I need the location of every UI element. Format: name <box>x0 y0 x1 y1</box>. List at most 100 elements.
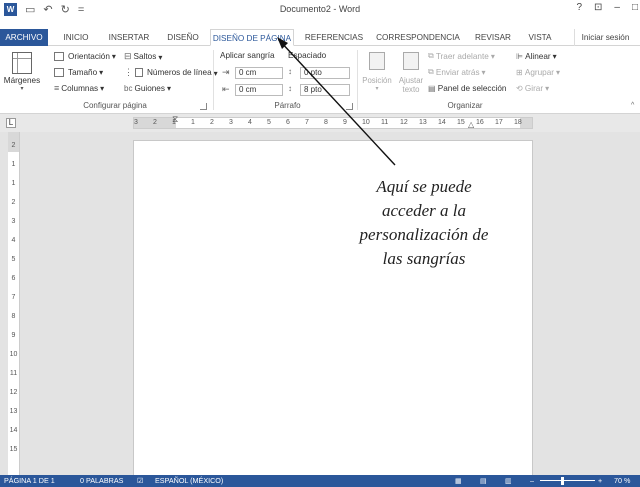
spacing-before-field[interactable]: 0 pto <box>300 67 350 79</box>
ruler-tick-label: 11 <box>9 370 18 377</box>
ruler-tick-label: 7 <box>11 294 16 301</box>
page-count[interactable]: PÁGINA 1 DE 1 <box>4 475 55 487</box>
zoom-slider-handle[interactable] <box>561 477 564 485</box>
line-numbers-button[interactable]: ⋮ Números de línea ▾ <box>124 67 218 78</box>
tab-insertar[interactable]: INSERTAR <box>104 29 154 46</box>
chevron-down-icon: ▾ <box>490 52 495 61</box>
line-numbers-label: Números de línea <box>147 68 212 77</box>
ruler-tick-label: 15 <box>9 446 18 453</box>
ruler-tick-label: 8 <box>324 119 328 126</box>
print-layout-icon[interactable]: ▤ <box>480 475 487 487</box>
save-icon[interactable]: ▭ <box>25 3 35 16</box>
group-label-page-setup: Configurar página <box>83 101 147 110</box>
tab-inicio[interactable]: INICIO <box>58 29 94 46</box>
tab-diseno[interactable]: DISEÑO <box>162 29 204 46</box>
maximize-icon[interactable]: □ <box>632 2 638 13</box>
size-button[interactable]: Tamaño ▾ <box>54 67 103 77</box>
align-button[interactable]: ⊫ Alinear ▾ <box>516 51 557 62</box>
chevron-down-icon: ▾ <box>99 68 104 77</box>
spacing-after-field[interactable]: 8 pto <box>300 84 350 96</box>
right-indent-marker-icon[interactable]: △ <box>468 121 474 129</box>
web-layout-icon[interactable]: ▥ <box>505 475 512 487</box>
zoom-out-icon[interactable]: – <box>530 475 534 487</box>
indent-right-field[interactable]: 0 cm <box>235 84 283 96</box>
language[interactable]: ESPAÑOL (MÉXICO) <box>155 475 223 487</box>
chevron-down-icon: ▾ <box>111 52 116 61</box>
signin-link[interactable]: Iniciar sesión <box>574 29 636 46</box>
send-backward-icon: ⧉ <box>428 67 434 76</box>
columns-label: Columnas <box>61 83 99 93</box>
size-icon <box>54 67 64 77</box>
tab-correspondencia[interactable]: CORRESPONDENCIA <box>374 29 462 46</box>
ruler-tick-label: 6 <box>11 275 16 282</box>
group-button[interactable]: ⊞ Agrupar ▾ <box>516 67 560 78</box>
read-mode-icon[interactable]: ▦ <box>455 475 462 487</box>
ruler-tick-label: 1 <box>11 180 16 187</box>
chevron-down-icon: ▾ <box>100 84 105 93</box>
ruler-tick-label: 2 <box>210 119 214 126</box>
tab-referencias[interactable]: REFERENCIAS <box>302 29 366 46</box>
paragraph-launcher-icon[interactable] <box>346 103 353 110</box>
ruler-tick-label: 2 <box>11 199 16 206</box>
ruler-tick-label: 1 <box>11 161 16 168</box>
hyphenation-button[interactable]: bc Guiones ▾ <box>124 83 171 94</box>
columns-icon: ≡ <box>54 83 60 93</box>
undo-icon[interactable]: ↶ <box>43 3 52 16</box>
indent-title: Aplicar sangría <box>220 51 275 60</box>
orientation-button[interactable]: Orientación ▾ <box>54 51 116 61</box>
tab-diseno-de-pagina[interactable]: DISEÑO DE PÁGINA <box>210 29 294 46</box>
ruler-tick-label: 4 <box>11 237 16 244</box>
wrap-text-button[interactable]: Ajustar texto <box>395 52 427 94</box>
document-canvas: 2 1 1 2 3 4 5 6 7 8 9 10 11 12 13 14 15 <box>0 132 640 480</box>
margins-icon <box>12 52 32 74</box>
tab-vista[interactable]: VISTA <box>524 29 556 46</box>
orientation-label: Orientación <box>68 51 110 61</box>
columns-button[interactable]: ≡ Columnas ▾ <box>54 83 104 93</box>
ruler-tick-label: 5 <box>11 256 16 263</box>
position-button[interactable]: Posición ▾ <box>360 52 394 92</box>
redo-icon[interactable]: ↻ <box>61 3 70 16</box>
position-icon <box>369 52 385 70</box>
margins-button[interactable]: Márgenes ▾ <box>2 50 42 96</box>
title-bar: W ▭ ↶ ↻ = Documento2 - Word ? ⊡ – □ <box>0 0 640 20</box>
indent-marker-icon[interactable]: ⧖ <box>172 115 178 124</box>
quick-access-toolbar: W ▭ ↶ ↻ = <box>4 3 84 16</box>
zoom-level[interactable]: 70 % <box>614 475 630 487</box>
ribbon-display-options-icon[interactable]: ⊡ <box>594 2 602 13</box>
help-icon[interactable]: ? <box>576 2 582 13</box>
tab-selector-icon[interactable]: L <box>6 118 16 128</box>
page-setup-launcher-icon[interactable] <box>200 103 207 110</box>
status-bar: PÁGINA 1 DE 1 0 PALABRAS ☑ ESPAÑOL (MÉXI… <box>0 475 640 487</box>
ruler-tick-label: 10 <box>9 351 18 358</box>
send-backward-button[interactable]: ⧉ Enviar atrás ▾ <box>428 67 486 77</box>
vertical-ruler[interactable]: 2 1 1 2 3 4 5 6 7 8 9 10 11 12 13 14 15 <box>8 132 20 475</box>
tab-revisar[interactable]: REVISAR <box>470 29 516 46</box>
horizontal-ruler[interactable]: 3 2 1 1 2 3 4 5 6 7 8 9 10 11 12 13 14 15 16 17 18 ⧖ △ <box>133 115 533 129</box>
ruler-tick-label: 12 <box>9 389 18 396</box>
align-icon: ⊫ <box>516 52 524 61</box>
spacing-title: Espaciado <box>288 51 327 60</box>
ruler-tick-label: 3 <box>229 119 233 126</box>
breaks-button[interactable]: ⊟ Saltos ▾ <box>124 51 162 62</box>
word-count[interactable]: 0 PALABRAS <box>80 475 123 487</box>
ruler-tick-label: 2 <box>11 142 16 149</box>
word-logo-icon[interactable]: W <box>4 3 17 16</box>
proofing-icon[interactable]: ☑ <box>137 475 143 487</box>
annotation-line: acceder a la <box>381 201 467 220</box>
bring-forward-icon: ⧉ <box>428 51 434 60</box>
bring-forward-button[interactable]: ⧉ Traer adelante ▾ <box>428 51 495 61</box>
wrap-text-icon <box>403 52 419 70</box>
breaks-icon: ⊟ <box>124 51 132 61</box>
minimize-icon[interactable]: – <box>614 2 620 13</box>
collapse-ribbon-icon[interactable]: ^ <box>631 102 634 109</box>
indent-left-field[interactable]: 0 cm <box>235 67 283 79</box>
selection-pane-button[interactable]: ▤ Panel de selección <box>428 83 506 94</box>
zoom-slider[interactable] <box>540 480 595 481</box>
zoom-in-icon[interactable]: + <box>598 475 602 487</box>
customize-qat-icon[interactable]: = <box>78 4 84 16</box>
rotate-button[interactable]: ⟲ Girar ▾ <box>516 83 549 94</box>
hyphenation-icon: bc <box>124 83 133 93</box>
ruler-tick-label: 16 <box>476 119 484 126</box>
group-label-paragraph: Párrafo <box>274 101 301 110</box>
tab-archivo[interactable]: ARCHIVO <box>0 29 48 46</box>
